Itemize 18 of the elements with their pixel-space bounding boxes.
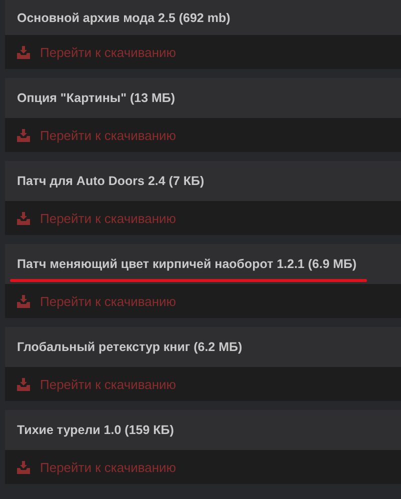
download-icon [17, 128, 30, 142]
download-link[interactable]: Перейти к скачиванию [40, 460, 176, 474]
file-title: Основной архив мода 2.5 (692 mb) [17, 10, 230, 24]
file-title: Патч для Auto Doors 2.4 (7 КБ) [17, 174, 204, 188]
file-title: Патч меняющий цвет кирпичей наоборот 1.2.1 (6.9 МБ) [17, 257, 357, 271]
download-link[interactable]: Перейти к скачиванию [40, 44, 176, 60]
download-link[interactable]: Перейти к скачиванию [40, 294, 176, 308]
file-title: Опция "Картины" (13 МБ) [17, 91, 176, 105]
download-icon [17, 294, 30, 308]
download-icon [17, 460, 30, 474]
download-link[interactable]: Перейти к скачиванию [40, 376, 176, 392]
download-icon [17, 212, 30, 224]
download-icon [17, 378, 30, 390]
download-link[interactable]: Перейти к скачиванию [40, 128, 176, 142]
download-link[interactable]: Перейти к скачиванию [40, 210, 176, 226]
file-title: Глобальный ретекстур книг (6.2 МБ) [17, 340, 242, 354]
download-icon [17, 46, 30, 58]
file-title: Тихие турели 1.0 (159 КБ) [17, 423, 174, 437]
